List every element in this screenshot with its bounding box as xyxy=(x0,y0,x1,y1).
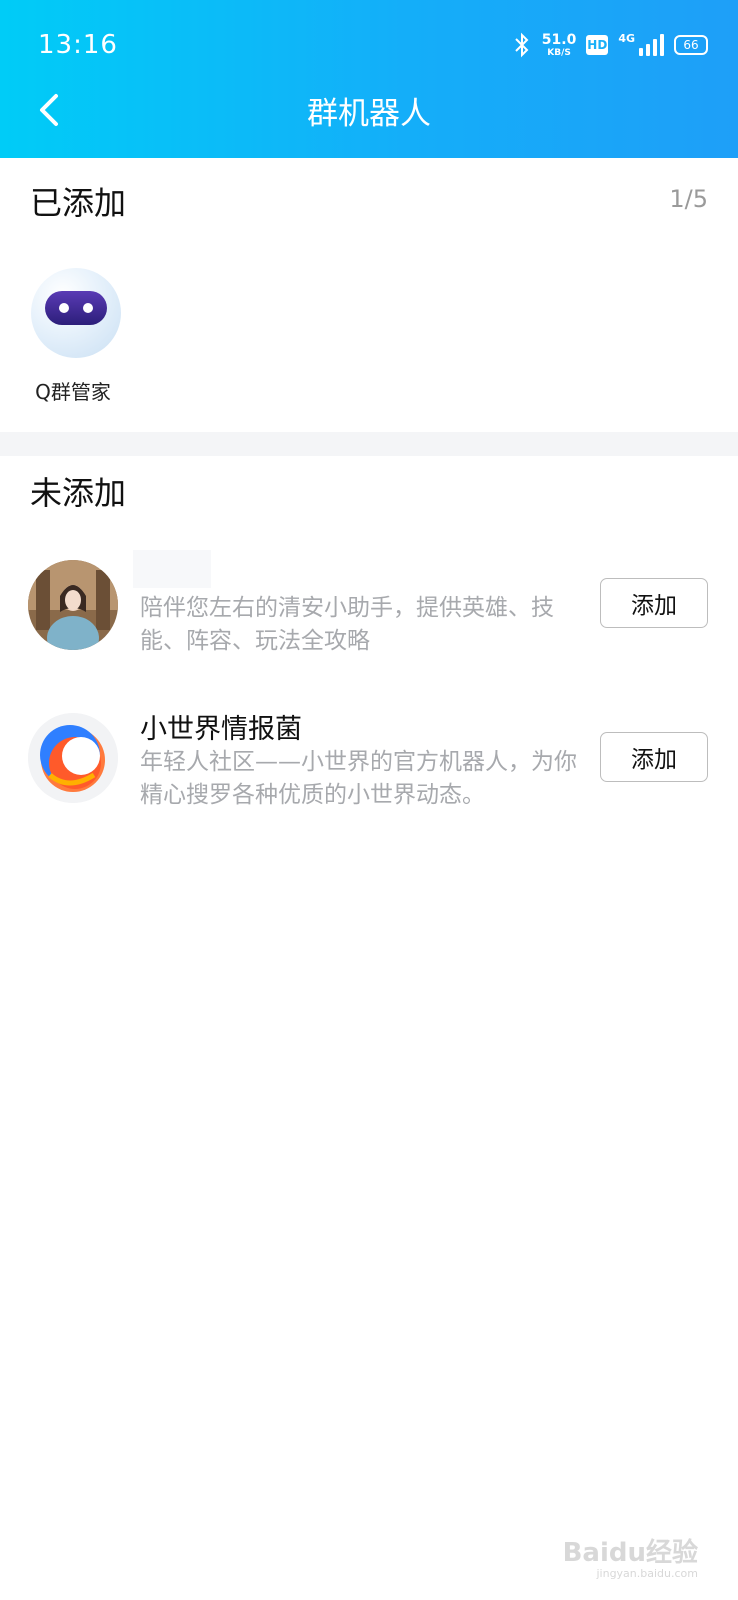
bot-row: 小世界情报菌 年轻人社区——小世界的官方机器人，为你精心搜罗各种优质的小世界动态… xyxy=(0,703,738,823)
hd-icon: HD xyxy=(586,35,609,55)
added-bot-name: Q群管家 xyxy=(35,380,111,404)
add-button[interactable]: 添加 xyxy=(600,732,708,782)
watermark-url: jingyan.baidu.com xyxy=(596,1566,698,1580)
bot-name: 小世界情报菌 xyxy=(140,714,302,745)
signal-icon xyxy=(639,34,664,56)
net-speed-unit: KB/S xyxy=(547,47,571,58)
bot-description: 年轻人社区——小世界的官方机器人，为你精心搜罗各种优质的小世界动态。 xyxy=(140,749,577,808)
section-divider xyxy=(0,432,738,456)
battery-icon: 66 xyxy=(674,35,708,55)
network-type: 4G xyxy=(618,32,635,45)
status-icons: 51.0 KB/S HD 4G 66 xyxy=(512,30,708,60)
section-title-not-added: 未添加 xyxy=(30,474,127,512)
bot-description: 陪伴您左右的清安小助手，提供英雄、技能、阵容、玩法全攻略 xyxy=(140,595,554,654)
added-bot-item[interactable]: Q群管家 xyxy=(28,268,124,405)
avatar xyxy=(28,560,118,650)
robot-visor xyxy=(45,291,107,325)
bot-count: 1/5 xyxy=(669,185,708,213)
watermark: Baidu经验 jingyan.baidu.com xyxy=(563,1539,698,1580)
status-time: 13:16 xyxy=(38,30,118,60)
page-title: 群机器人 xyxy=(307,96,431,132)
section-title-added: 已添加 xyxy=(30,184,127,222)
robot-avatar xyxy=(31,268,121,358)
bot-row: 陪伴您左右的清安小助手，提供英雄、技能、阵容、玩法全攻略 添加 xyxy=(0,548,738,668)
avatar xyxy=(28,713,118,803)
network-speed: 51.0 KB/S xyxy=(542,33,577,58)
add-button[interactable]: 添加 xyxy=(600,578,708,628)
bluetooth-icon xyxy=(515,32,529,58)
bot-name-redacted xyxy=(133,550,211,588)
watermark-brand: Baidu经验 xyxy=(562,1538,698,1569)
header-bar: 13:16 51.0 KB/S HD 4G 66 群机器人 xyxy=(0,0,738,158)
net-speed-value: 51.0 xyxy=(541,31,577,48)
